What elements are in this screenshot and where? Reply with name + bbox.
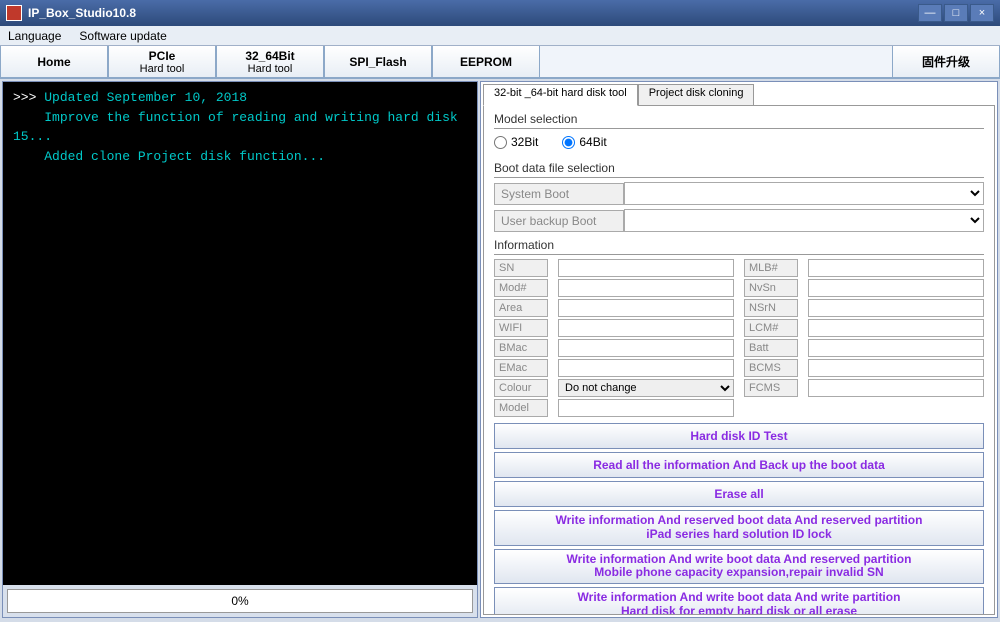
menu-language[interactable]: Language	[8, 29, 61, 43]
nvsn-field[interactable]	[808, 279, 984, 297]
erase-all-button[interactable]: Erase all	[494, 481, 984, 507]
sn-field[interactable]	[558, 259, 734, 277]
tab-pcie[interactable]: PCIeHard tool	[108, 46, 216, 78]
model-field[interactable]	[558, 399, 734, 417]
tab-home[interactable]: Home	[0, 46, 108, 78]
mod-field[interactable]	[558, 279, 734, 297]
tab-eeprom[interactable]: EEPROM	[432, 46, 540, 78]
tab-32-64bit[interactable]: 32_64BitHard tool	[216, 46, 324, 78]
lcm-field[interactable]	[808, 319, 984, 337]
radio-32bit[interactable]: 32Bit	[494, 135, 538, 149]
user-boot-select[interactable]	[624, 209, 984, 232]
tab-project-clone[interactable]: Project disk cloning	[638, 84, 755, 106]
bmac-field[interactable]	[558, 339, 734, 357]
read-all-button[interactable]: Read all the information And Back up the…	[494, 452, 984, 478]
boot-file-selection-label: Boot data file selection	[494, 161, 984, 178]
batt-field[interactable]	[808, 339, 984, 357]
wifi-field[interactable]	[558, 319, 734, 337]
bcms-field[interactable]	[808, 359, 984, 377]
system-boot-label: System Boot	[494, 183, 624, 205]
user-boot-label: User backup Boot	[494, 210, 624, 232]
tab-firmware-upgrade[interactable]: 固件升级	[892, 46, 1000, 78]
write-boot-reserved-button[interactable]: Write information And write boot data An…	[494, 549, 984, 585]
area-field[interactable]	[558, 299, 734, 317]
mlb-field[interactable]	[808, 259, 984, 277]
minimize-button[interactable]: —	[918, 4, 942, 22]
system-boot-select[interactable]	[624, 182, 984, 205]
hard-disk-id-test-button[interactable]: Hard disk ID Test	[494, 423, 984, 449]
write-all-button[interactable]: Write information And write boot data An…	[494, 587, 984, 615]
tab-hard-disk-tool[interactable]: 32-bit _64-bit hard disk tool	[483, 84, 638, 106]
close-button[interactable]: ×	[970, 4, 994, 22]
model-selection-label: Model selection	[494, 112, 984, 129]
write-reserved-button[interactable]: Write information And reserved boot data…	[494, 510, 984, 546]
information-label: Information	[494, 238, 984, 255]
app-icon	[6, 5, 22, 21]
progress-bar: 0%	[7, 589, 473, 613]
menu-software-update[interactable]: Software update	[79, 29, 166, 43]
nsrn-field[interactable]	[808, 299, 984, 317]
tab-spi-flash[interactable]: SPI_Flash	[324, 46, 432, 78]
emac-field[interactable]	[558, 359, 734, 377]
fcms-field[interactable]	[808, 379, 984, 397]
console-output: >>> Updated September 10, 2018 Improve t…	[3, 82, 477, 585]
radio-64bit[interactable]: 64Bit	[562, 135, 606, 149]
window-title: IP_Box_Studio10.8	[28, 6, 918, 20]
maximize-button[interactable]: □	[944, 4, 968, 22]
colour-select[interactable]: Do not change	[558, 379, 734, 397]
